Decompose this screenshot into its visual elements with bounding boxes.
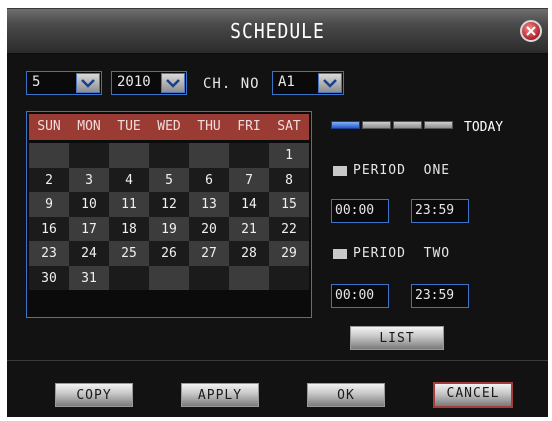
legend-bar-selected <box>331 121 360 129</box>
calendar-day[interactable]: 4 <box>109 167 149 192</box>
period-one-end-input[interactable]: 23:59 <box>411 199 469 223</box>
calendar-day[interactable]: 26 <box>149 241 189 266</box>
legend-bar <box>393 121 422 129</box>
period-two-toggle[interactable]: PERIOD TWO <box>333 246 450 261</box>
calendar-empty-cell <box>69 143 109 168</box>
calendar-empty-cell <box>189 265 229 290</box>
channel-dropdown-arrow[interactable] <box>318 73 342 93</box>
channel-value: A1 <box>278 74 295 90</box>
calendar-day[interactable]: 19 <box>149 216 189 241</box>
year-select[interactable]: 2010 <box>111 71 187 95</box>
close-button[interactable] <box>520 20 542 42</box>
period-two-label: PERIOD TWO <box>353 246 451 261</box>
calendar-day[interactable]: 12 <box>149 192 189 217</box>
year-dropdown-arrow[interactable] <box>161 73 185 93</box>
chevron-down-icon <box>166 79 180 88</box>
weekday-label: THU <box>197 119 221 134</box>
calendar-day[interactable]: 20 <box>189 216 229 241</box>
calendar-day[interactable]: 15 <box>269 192 309 217</box>
calendar-day[interactable]: 27 <box>189 241 229 266</box>
channel-select[interactable]: A1 <box>272 71 344 95</box>
calendar-day[interactable]: 11 <box>109 192 149 217</box>
calendar-day[interactable]: 7 <box>229 167 269 192</box>
calendar-empty-cell <box>229 143 269 168</box>
weekday-label: SAT <box>277 119 301 134</box>
calendar: SUN MON TUE WED THU FRI SAT 1 2 3 4 5 6 7 8 9 10 1… <box>26 111 312 318</box>
schedule-window: SCHEDULE 5 2010 CH. NO A1 SUN MON TUE WE… <box>7 8 548 417</box>
calendar-day[interactable]: 30 <box>29 265 69 290</box>
calendar-day[interactable]: 10 <box>69 192 109 217</box>
calendar-day[interactable]: 29 <box>269 241 309 266</box>
calendar-day[interactable]: 23 <box>29 241 69 266</box>
calendar-day[interactable]: 14 <box>229 192 269 217</box>
calendar-day[interactable]: 2 <box>29 167 69 192</box>
period-two-start-input[interactable]: 00:00 <box>331 284 389 308</box>
calendar-day[interactable]: 5 <box>149 167 189 192</box>
calendar-empty-cell <box>269 265 309 290</box>
weekday-header: SUN MON TUE WED THU FRI SAT <box>29 114 309 140</box>
apply-button[interactable]: APPLY <box>181 383 259 407</box>
weekday-label: WED <box>157 119 181 134</box>
list-button[interactable]: LIST <box>350 326 444 350</box>
calendar-empty-cell <box>229 265 269 290</box>
ok-button[interactable]: OK <box>307 383 385 407</box>
calendar-day[interactable]: 17 <box>69 216 109 241</box>
calendar-day[interactable]: 13 <box>189 192 229 217</box>
month-select[interactable]: 5 <box>26 71 102 95</box>
legend-bar <box>362 121 391 129</box>
year-value: 2010 <box>117 74 151 90</box>
weekday-label: MON <box>77 119 101 134</box>
period-one-toggle[interactable]: PERIOD ONE <box>333 163 450 178</box>
window-title: SCHEDULE <box>230 19 325 44</box>
calendar-day[interactable]: 16 <box>29 216 69 241</box>
calendar-empty-cell <box>109 143 149 168</box>
channel-label: CH. NO <box>203 76 260 92</box>
calendar-empty-cell <box>149 265 189 290</box>
calendar-day[interactable]: 22 <box>269 216 309 241</box>
calendar-day[interactable]: 25 <box>109 241 149 266</box>
cancel-button[interactable]: CANCEL <box>433 382 513 408</box>
today-label: TODAY <box>464 120 504 135</box>
period-one-start-input[interactable]: 00:00 <box>331 199 389 223</box>
calendar-empty-cell <box>189 143 229 168</box>
period-one-checkbox[interactable] <box>333 165 347 176</box>
weekday-label: TUE <box>117 119 141 134</box>
calendar-day[interactable]: 1 <box>269 143 309 168</box>
calendar-empty-cell <box>149 143 189 168</box>
calendar-empty-cell <box>29 143 69 168</box>
calendar-day[interactable]: 18 <box>109 216 149 241</box>
weekday-label: SUN <box>37 119 61 134</box>
divider <box>7 360 548 361</box>
calendar-day[interactable]: 3 <box>69 167 109 192</box>
month-value: 5 <box>32 74 41 90</box>
calendar-grid: 1 2 3 4 5 6 7 8 9 10 11 12 13 14 15 16 17 18 19 20 21 22 23 24 2… <box>29 143 309 290</box>
weekday-label: FRI <box>237 119 261 134</box>
calendar-day[interactable]: 28 <box>229 241 269 266</box>
period-two-end-input[interactable]: 23:59 <box>411 284 469 308</box>
period-two-checkbox[interactable] <box>333 248 347 259</box>
close-icon <box>526 26 536 36</box>
calendar-empty-cell <box>109 265 149 290</box>
chevron-down-icon <box>323 79 337 88</box>
title-bar: SCHEDULE <box>7 9 548 54</box>
legend-bar <box>424 121 453 129</box>
calendar-day[interactable]: 9 <box>29 192 69 217</box>
copy-button[interactable]: COPY <box>55 383 133 407</box>
chevron-down-icon <box>81 79 95 88</box>
calendar-day[interactable]: 8 <box>269 167 309 192</box>
calendar-day[interactable]: 21 <box>229 216 269 241</box>
month-dropdown-arrow[interactable] <box>76 73 100 93</box>
period-one-label: PERIOD ONE <box>353 163 451 178</box>
calendar-day[interactable]: 24 <box>69 241 109 266</box>
calendar-day[interactable]: 31 <box>69 265 109 290</box>
calendar-day[interactable]: 6 <box>189 167 229 192</box>
